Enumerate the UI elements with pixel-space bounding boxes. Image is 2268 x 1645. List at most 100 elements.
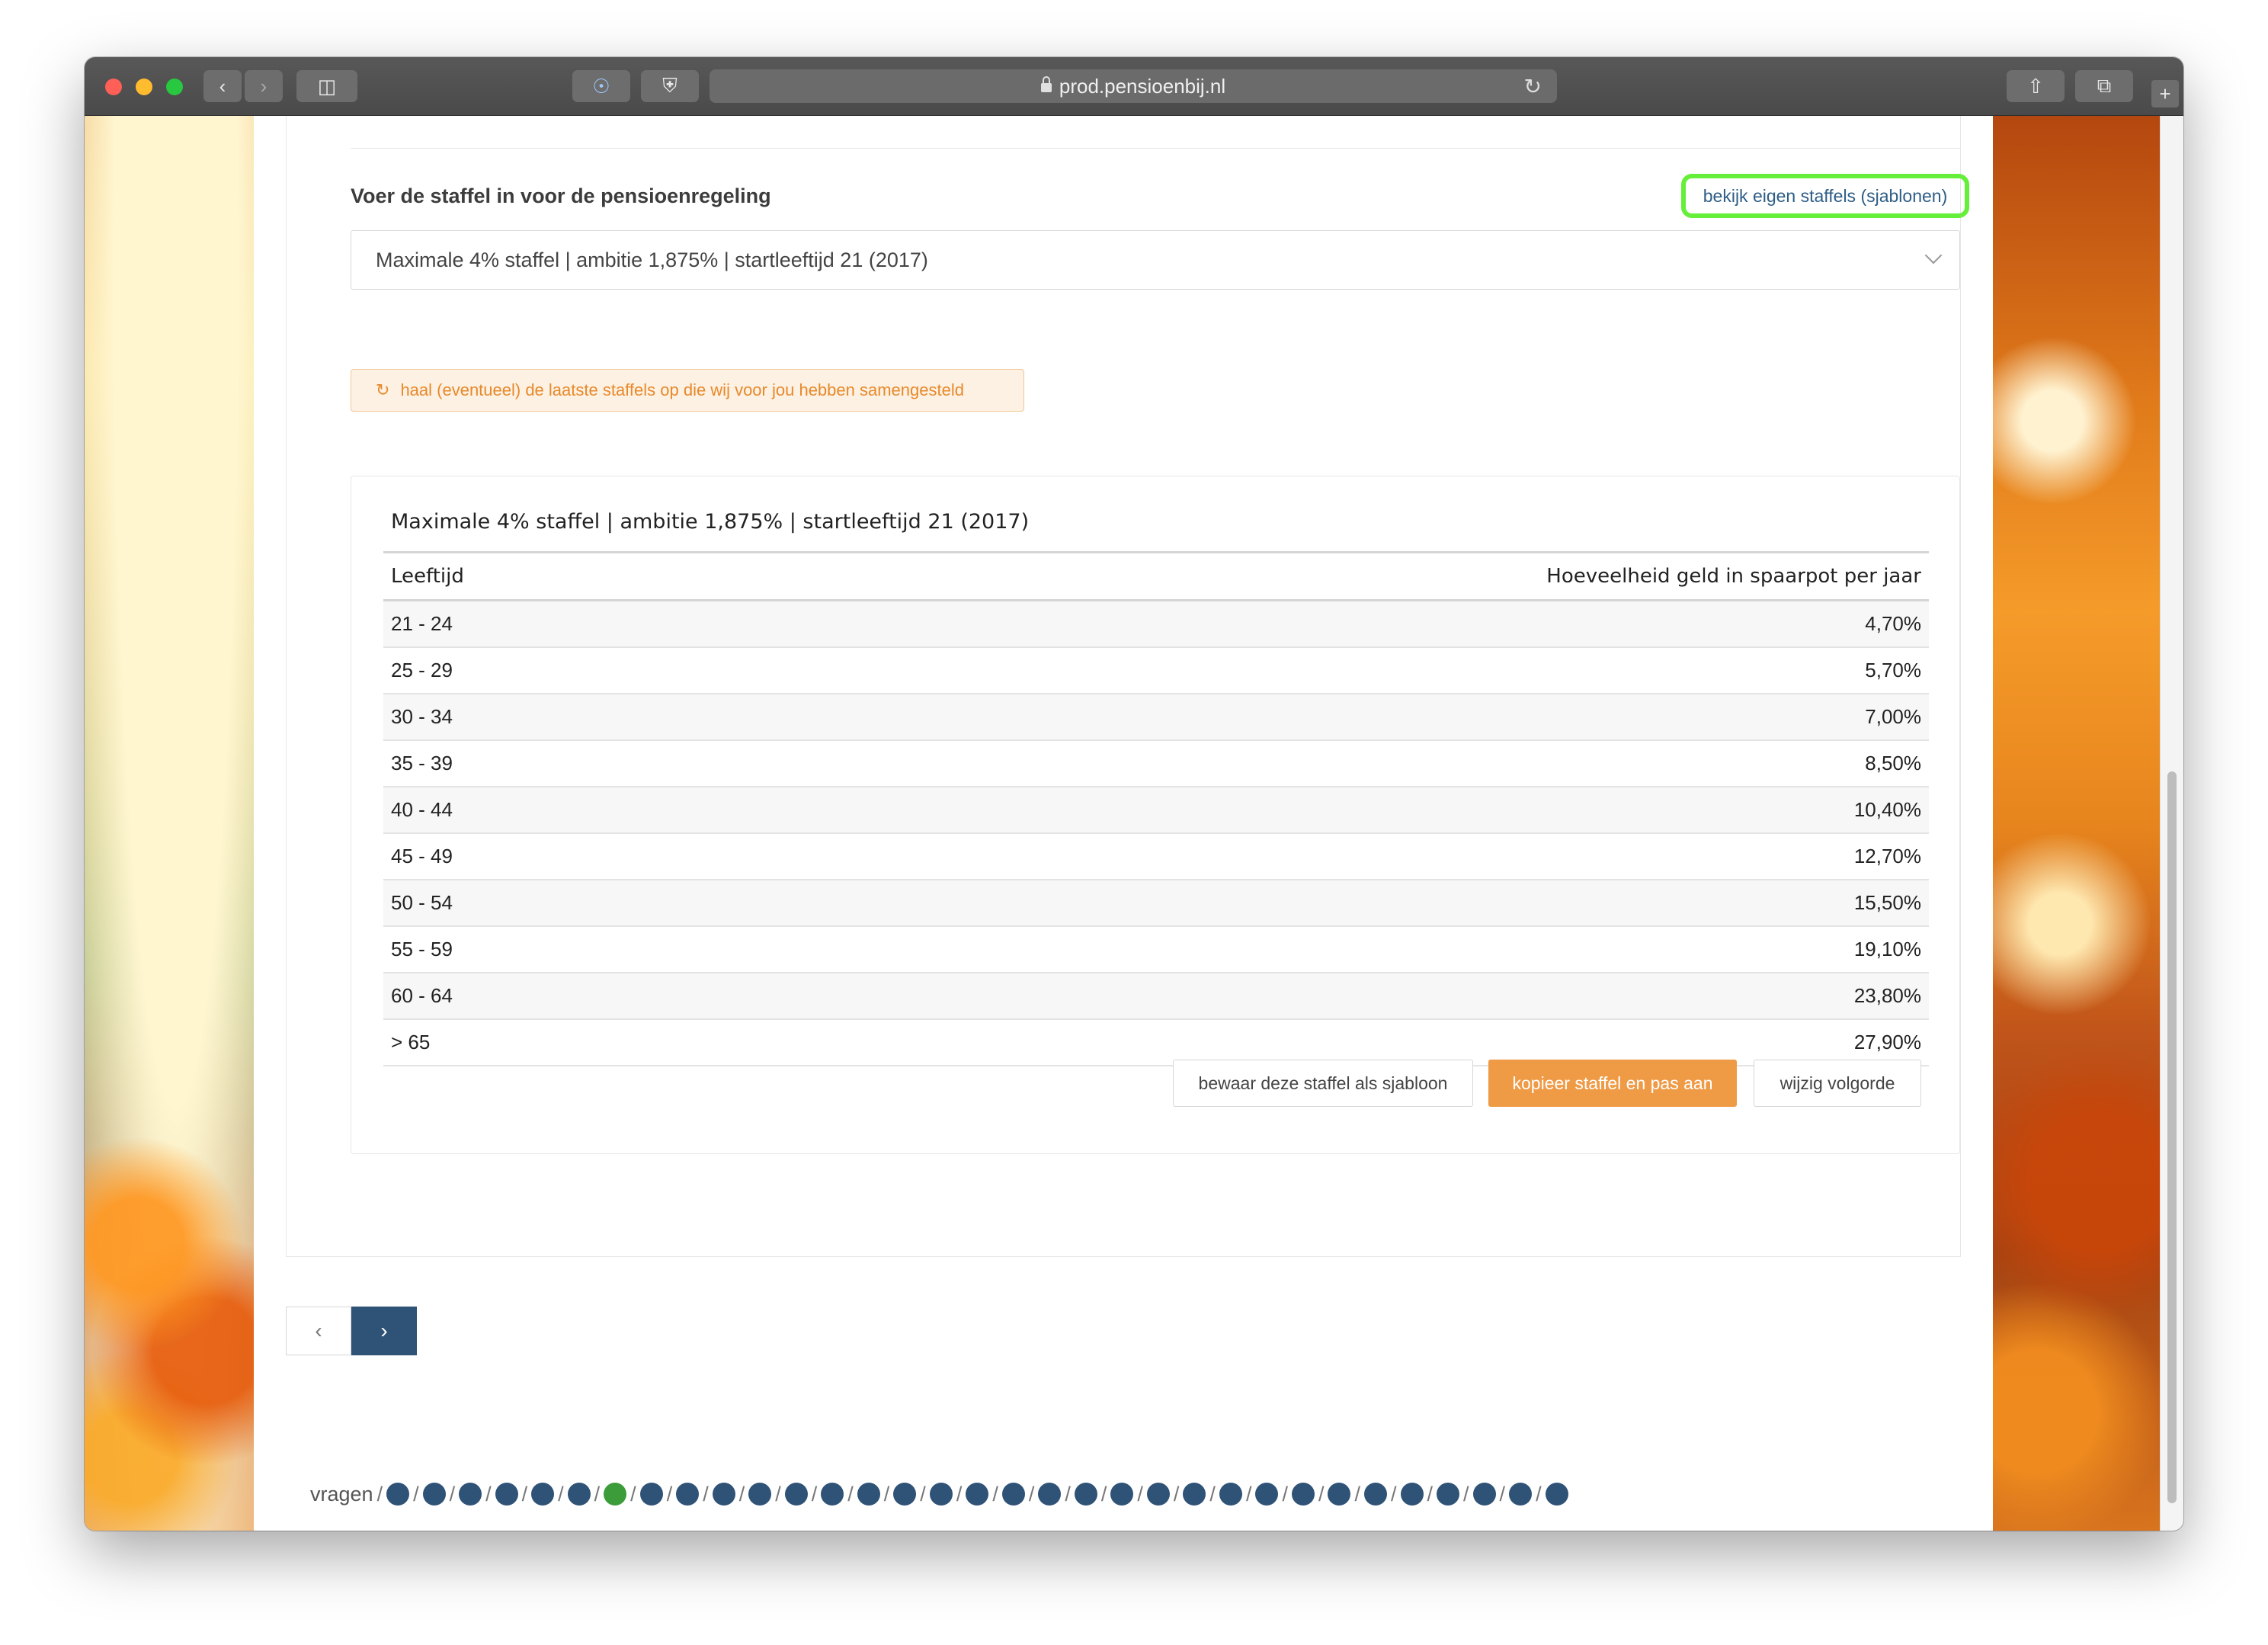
next-button[interactable]: › [351, 1307, 417, 1355]
percentage-cell: 15,50% [668, 880, 1929, 927]
question-progress: vragen / / / / / / / / / / / / / / / / / / / / / / / / / / / / / / / / / [310, 1479, 1568, 1509]
progress-dot[interactable] [676, 1483, 700, 1506]
progress-separator: / [558, 1482, 564, 1506]
privacy-shield-button[interactable]: ⛨ [641, 70, 699, 102]
progress-dot[interactable] [459, 1483, 482, 1506]
question-label: Voer de staffel in voor de pensioenregel… [351, 184, 771, 207]
progress-dot[interactable] [966, 1483, 989, 1506]
progress-separator: / [920, 1482, 926, 1506]
templates-link[interactable]: bekijk eigen staffels (sjablonen) [1703, 186, 1947, 207]
progress-dot[interactable] [857, 1483, 880, 1506]
password-manager-button[interactable]: ☉ [572, 70, 630, 102]
progress-dot[interactable] [386, 1483, 410, 1506]
copy-edit-button[interactable]: kopieer staffel en pas aan [1488, 1060, 1737, 1107]
question-card: Voer de staffel in voor de pensioenregel… [286, 116, 1969, 1257]
percentage-cell: 4,70% [668, 600, 1929, 648]
progress-dot[interactable] [531, 1483, 555, 1506]
chevron-down-icon [1924, 246, 1943, 265]
password-manager-icon: ☉ [592, 74, 610, 98]
progress-dot[interactable] [1400, 1483, 1424, 1506]
progress-dot[interactable] [1255, 1483, 1279, 1506]
progress-separator: / [1137, 1482, 1143, 1506]
progress-dot[interactable] [1509, 1483, 1533, 1506]
progress-dot[interactable] [1146, 1483, 1170, 1506]
progress-dot[interactable] [567, 1483, 591, 1506]
progress-dot[interactable] [495, 1483, 518, 1506]
progress-dot[interactable] [784, 1483, 808, 1506]
refresh-staffels-button[interactable]: ↻ haal (eventueel) de laatste staffels o… [351, 369, 1024, 412]
plus-icon: + [2159, 82, 2171, 105]
progress-separator: / [485, 1482, 492, 1506]
chevron-right-icon: › [260, 74, 267, 98]
progress-dot[interactable] [1074, 1483, 1097, 1506]
percentage-cell: 8,50% [668, 740, 1929, 787]
table-row: 35 - 39 8,50% [383, 740, 1929, 787]
age-cell: 45 - 49 [383, 833, 669, 880]
progress-separator: / [1391, 1482, 1397, 1506]
progress-dot[interactable] [1001, 1483, 1025, 1506]
column-header-percentage: Hoeveelheid geld in spaarpot per jaar [668, 551, 1929, 601]
age-cell: 40 - 44 [383, 787, 669, 834]
progress-separator: / [630, 1482, 636, 1506]
progress-separator: / [376, 1482, 383, 1506]
percentage-cell: 12,70% [668, 833, 1929, 880]
progress-dot[interactable] [639, 1483, 663, 1506]
minimize-window-button[interactable] [136, 79, 152, 95]
progress-dot[interactable] [929, 1483, 953, 1506]
progress-dot[interactable] [1219, 1483, 1242, 1506]
table-row: 55 - 59 19,10% [383, 926, 1929, 973]
progress-dot[interactable] [1110, 1483, 1134, 1506]
percentage-cell: 19,10% [668, 926, 1929, 973]
progress-dot[interactable] [1328, 1483, 1351, 1506]
progress-separator: / [666, 1482, 673, 1506]
progress-separator: / [703, 1482, 709, 1506]
shield-icon: ⛨ [662, 74, 678, 97]
back-button[interactable]: ‹ [203, 70, 242, 102]
progress-separator: / [1463, 1482, 1469, 1506]
staffel-select[interactable]: Maximale 4% staffel | ambitie 1,875% | s… [351, 230, 1960, 290]
progress-dot[interactable] [1437, 1483, 1460, 1506]
progress-dot[interactable] [1038, 1483, 1062, 1506]
save-template-button[interactable]: bewaar deze staffel als sjabloon [1173, 1060, 1473, 1107]
chevron-left-icon: ‹ [315, 1319, 322, 1342]
progress-label: vragen [310, 1482, 373, 1506]
progress-separator: / [775, 1482, 781, 1506]
staffel-select-value: Maximale 4% staffel | ambitie 1,875% | s… [376, 248, 928, 271]
scrollbar[interactable] [2160, 116, 2183, 1531]
progress-separator: / [1245, 1482, 1252, 1506]
progress-dot[interactable] [1291, 1483, 1315, 1506]
new-tab-button[interactable]: + [2151, 80, 2179, 107]
progress-dot-current[interactable] [604, 1483, 627, 1506]
progress-dot[interactable] [1364, 1483, 1387, 1506]
address-bar[interactable]: prod.pensioenbij.nl ↻ [710, 69, 1557, 103]
reload-icon[interactable]: ↻ [1524, 74, 1542, 99]
scrollbar-thumb[interactable] [2167, 771, 2177, 1503]
progress-separator: / [1100, 1482, 1107, 1506]
progress-dot[interactable] [1545, 1483, 1568, 1506]
progress-dot[interactable] [422, 1483, 446, 1506]
progress-separator: / [956, 1482, 963, 1506]
change-order-button[interactable]: wijzig volgorde [1754, 1060, 1921, 1107]
forward-button[interactable]: › [245, 70, 283, 102]
progress-separator: / [521, 1482, 528, 1506]
progress-dot[interactable] [1472, 1483, 1496, 1506]
progress-separator: / [449, 1482, 456, 1506]
progress-dot[interactable] [748, 1483, 772, 1506]
tabs-overview-button[interactable]: ⧉ [2075, 70, 2133, 102]
browser-toolbar: ‹ › ◫ ☉ ⛨ prod.pensioenbij.nl ↻ ⇧ ⧉ + [85, 57, 2183, 116]
progress-separator: / [992, 1482, 998, 1506]
close-window-button[interactable] [105, 79, 122, 95]
zoom-window-button[interactable] [166, 79, 183, 95]
age-cell: 25 - 29 [383, 647, 669, 694]
progress-dot[interactable] [893, 1483, 917, 1506]
staffel-panel: Maximale 4% staffel | ambitie 1,875% | s… [351, 476, 1960, 1154]
previous-button[interactable]: ‹ [286, 1307, 351, 1355]
table-row: 21 - 24 4,70% [383, 600, 1929, 648]
sidebar-toggle-button[interactable]: ◫ [296, 70, 357, 102]
progress-dot[interactable] [1183, 1483, 1206, 1506]
progress-separator: / [883, 1482, 890, 1506]
share-button[interactable]: ⇧ [2007, 70, 2065, 102]
progress-dot[interactable] [712, 1483, 735, 1506]
browser-window: ‹ › ◫ ☉ ⛨ prod.pensioenbij.nl ↻ ⇧ ⧉ + Vo… [85, 57, 2183, 1531]
progress-dot[interactable] [821, 1483, 844, 1506]
